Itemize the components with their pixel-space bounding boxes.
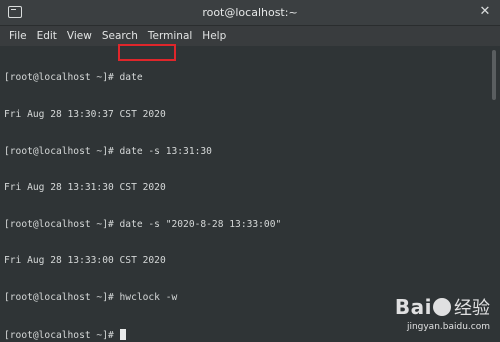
watermark-logo-text: Bai — [394, 295, 432, 319]
terminal-line: [root@localhost ~]# date — [4, 72, 143, 84]
menu-edit[interactable]: Edit — [32, 26, 62, 46]
watermark-logo-cn: 经验 — [454, 298, 490, 319]
title-bar[interactable]: root@localhost:~ ✕ — [0, 0, 500, 26]
terminal-line: [root@localhost ~]# date -s "2020-8-28 1… — [4, 218, 282, 230]
terminal-prompt: [root@localhost ~]# — [4, 329, 120, 341]
menu-bar: File Edit View Search Terminal Help — [0, 26, 500, 46]
menu-view[interactable]: View — [62, 26, 97, 46]
menu-file[interactable]: File — [4, 26, 32, 46]
menu-help[interactable]: Help — [197, 26, 231, 46]
scrollbar-thumb[interactable] — [492, 50, 496, 100]
terminal-line: Fri Aug 28 13:30:37 CST 2020 — [4, 109, 166, 120]
menu-search[interactable]: Search — [97, 26, 143, 46]
close-icon[interactable]: ✕ — [478, 5, 492, 19]
menu-terminal[interactable]: Terminal — [143, 26, 197, 46]
terminal-line: Fri Aug 28 13:33:00 CST 2020 — [4, 255, 166, 267]
window-title: root@localhost:~ — [202, 6, 298, 19]
highlight-box — [118, 44, 176, 61]
paw-icon — [433, 298, 451, 316]
terminal-window: root@localhost:~ ✕ File Edit View Search… — [0, 0, 500, 342]
text-cursor — [119, 328, 126, 340]
terminal-line: [root@localhost ~]# date -s 13:31:30 — [4, 145, 212, 157]
watermark-site: jingyan.baidu.com — [406, 322, 490, 332]
baidu-watermark: Bai 经验 jingyan.baidu.com — [395, 294, 490, 332]
terminal-line: Fri Aug 28 13:31:30 CST 2020 — [4, 182, 166, 194]
